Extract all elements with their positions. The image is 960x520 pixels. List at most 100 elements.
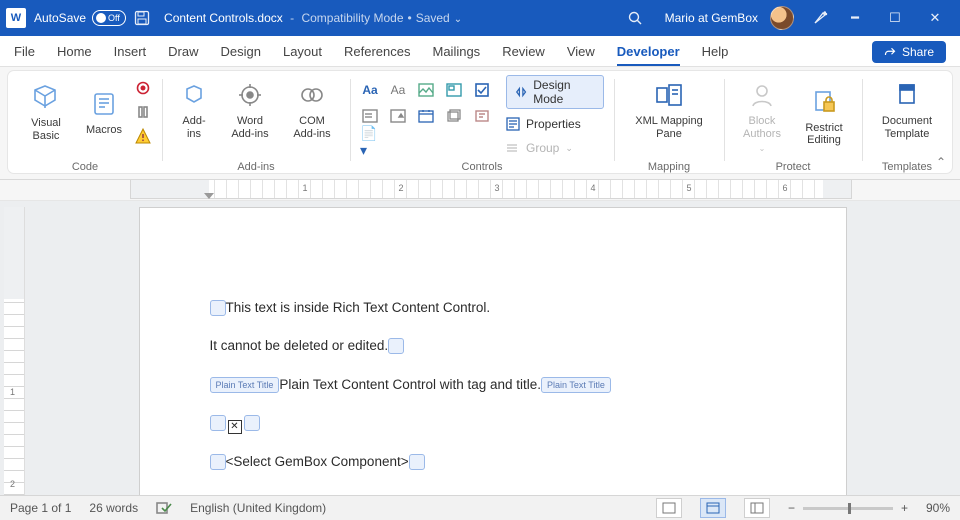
group-protect: Block Authors⌄ Restrict Editing Protect <box>724 71 862 179</box>
focus-view-button[interactable] <box>656 498 682 518</box>
repeating-cc-icon[interactable] <box>444 106 464 126</box>
group-label-mapping: Mapping <box>648 161 690 173</box>
block-authors-icon <box>746 79 778 111</box>
group-button: Group ⌄ <box>506 139 604 157</box>
rich-text-cc-icon[interactable]: Aa <box>360 80 380 100</box>
controls-gallery: Aa Aa 📄▾ <box>360 80 492 152</box>
web-layout-button[interactable] <box>744 498 770 518</box>
zoom-out-icon[interactable]: − <box>788 501 795 515</box>
zoom-control[interactable]: − + 90% <box>788 501 950 515</box>
tab-references[interactable]: References <box>344 38 410 66</box>
checkbox-checked-icon[interactable] <box>228 420 242 434</box>
group-code: Visual Basic Macros Code <box>8 71 162 179</box>
tab-design[interactable]: Design <box>221 38 261 66</box>
tab-view[interactable]: View <box>567 38 595 66</box>
restrict-editing-icon <box>808 86 840 118</box>
horizontal-ruler[interactable]: 1 2 3 4 5 6 <box>0 180 960 201</box>
user-avatar[interactable] <box>770 6 794 30</box>
group-label-templates: Templates <box>882 161 932 173</box>
spellcheck-icon[interactable] <box>156 501 172 515</box>
compat-mode: Compatibility Mode <box>301 11 403 25</box>
app-icon: W <box>6 8 26 28</box>
combo-cc-icon[interactable] <box>360 106 380 126</box>
tab-draw[interactable]: Draw <box>168 38 198 66</box>
plain-text-cc[interactable]: Plain Text TitlePlain Text Content Contr… <box>210 375 776 395</box>
title-bar: W AutoSave Off Content Controls.docx - C… <box>0 0 960 36</box>
xml-mapping-icon <box>653 79 685 111</box>
zoom-level[interactable]: 90% <box>916 501 950 515</box>
checkbox-cc[interactable] <box>210 413 776 434</box>
close-button[interactable]: ✕ <box>916 4 954 32</box>
pause-macro-icon[interactable] <box>134 103 152 121</box>
addins-button[interactable]: Add- ins <box>172 75 216 140</box>
building-block-cc-icon[interactable] <box>444 80 464 100</box>
cc-end-handle-icon[interactable] <box>409 454 425 470</box>
com-addins-button[interactable]: COM Add-ins <box>284 75 340 140</box>
record-macro-icon[interactable] <box>134 79 152 97</box>
macro-security-icon[interactable] <box>134 127 152 145</box>
cc-title-left[interactable]: Plain Text Title <box>210 377 280 393</box>
block-authors-button: Block Authors⌄ <box>734 75 790 153</box>
tab-file[interactable]: File <box>14 38 35 66</box>
tab-review[interactable]: Review <box>502 38 545 66</box>
ribbon: Visual Basic Macros Code Add- ins <box>0 67 960 180</box>
page-canvas[interactable]: This text is inside Rich Text Content Co… <box>139 207 847 495</box>
mic-icon[interactable] <box>812 10 828 26</box>
share-label: Share <box>902 45 934 59</box>
indent-marker-icon[interactable] <box>204 193 214 199</box>
tab-layout[interactable]: Layout <box>283 38 322 66</box>
dropdown-cc-icon[interactable] <box>388 106 408 126</box>
tab-developer[interactable]: Developer <box>617 38 680 66</box>
share-button[interactable]: Share <box>872 41 946 63</box>
zoom-in-icon[interactable]: + <box>901 501 908 515</box>
cc-start-handle-icon[interactable] <box>210 300 226 316</box>
tab-help[interactable]: Help <box>702 38 729 66</box>
date-cc-icon[interactable] <box>416 106 436 126</box>
group-controls: Aa Aa 📄▾ Design Mode Propert <box>350 71 614 179</box>
user-name[interactable]: Mario at GemBox <box>665 11 758 25</box>
maximize-button[interactable]: ☐ <box>876 4 914 32</box>
visual-basic-icon <box>30 81 62 113</box>
document-template-icon <box>891 79 923 111</box>
word-count[interactable]: 26 words <box>89 501 138 515</box>
picture-cc-icon[interactable] <box>416 80 436 100</box>
print-layout-button[interactable] <box>700 498 726 518</box>
restrict-editing-button[interactable]: Restrict Editing <box>796 82 852 147</box>
rich-text-cc[interactable]: This text is inside Rich Text Content Co… <box>210 298 776 318</box>
group-label-controls: Controls <box>462 161 503 173</box>
menu-tabs: File Home Insert Draw Design Layout Refe… <box>0 36 960 67</box>
dropdown-cc[interactable]: <Select GemBox Component> <box>210 452 776 472</box>
tab-home[interactable]: Home <box>57 38 92 66</box>
design-mode-button[interactable]: Design Mode <box>506 75 604 109</box>
vertical-ruler[interactable]: 1 2 <box>4 207 25 495</box>
properties-button[interactable]: Properties <box>506 115 604 133</box>
search-icon[interactable] <box>627 10 643 26</box>
language-indicator[interactable]: English (United Kingdom) <box>190 501 326 515</box>
visual-basic-button[interactable]: Visual Basic <box>18 77 74 142</box>
legacy-tools-icon[interactable] <box>472 106 492 126</box>
word-addins-button[interactable]: Word Add-ins <box>222 75 278 140</box>
checkbox-cc-icon[interactable] <box>472 80 492 100</box>
minimize-button[interactable]: ━ <box>836 4 874 32</box>
save-icon[interactable] <box>134 10 150 26</box>
word-addins-icon <box>234 79 266 111</box>
cc-start-handle-icon[interactable] <box>210 454 226 470</box>
cc-end-handle-icon[interactable] <box>388 338 404 354</box>
rich-text-cc-line2[interactable]: It cannot be deleted or edited. <box>210 336 776 356</box>
cc-title-right[interactable]: Plain Text Title <box>541 377 611 393</box>
macros-button[interactable]: Macros <box>80 84 128 137</box>
legacy-forms-icon[interactable]: 📄▾ <box>360 132 380 152</box>
document-template-button[interactable]: Document Template <box>872 75 942 140</box>
zoom-slider[interactable] <box>803 507 893 510</box>
tab-insert[interactable]: Insert <box>114 38 147 66</box>
group-label-addins: Add-ins <box>237 161 274 173</box>
page-indicator[interactable]: Page 1 of 1 <box>10 501 71 515</box>
xml-mapping-button[interactable]: XML Mapping Pane <box>624 75 714 140</box>
autosave-toggle[interactable]: AutoSave Off <box>34 10 126 26</box>
plain-text-cc-icon[interactable]: Aa <box>388 80 408 100</box>
document-title[interactable]: Content Controls.docx - Compatibility Mo… <box>164 11 462 25</box>
collapse-ribbon-icon[interactable]: ⌃ <box>936 155 946 169</box>
cc-end-handle-icon[interactable] <box>244 415 260 431</box>
cc-start-handle-icon[interactable] <box>210 415 226 431</box>
tab-mailings[interactable]: Mailings <box>433 38 481 66</box>
